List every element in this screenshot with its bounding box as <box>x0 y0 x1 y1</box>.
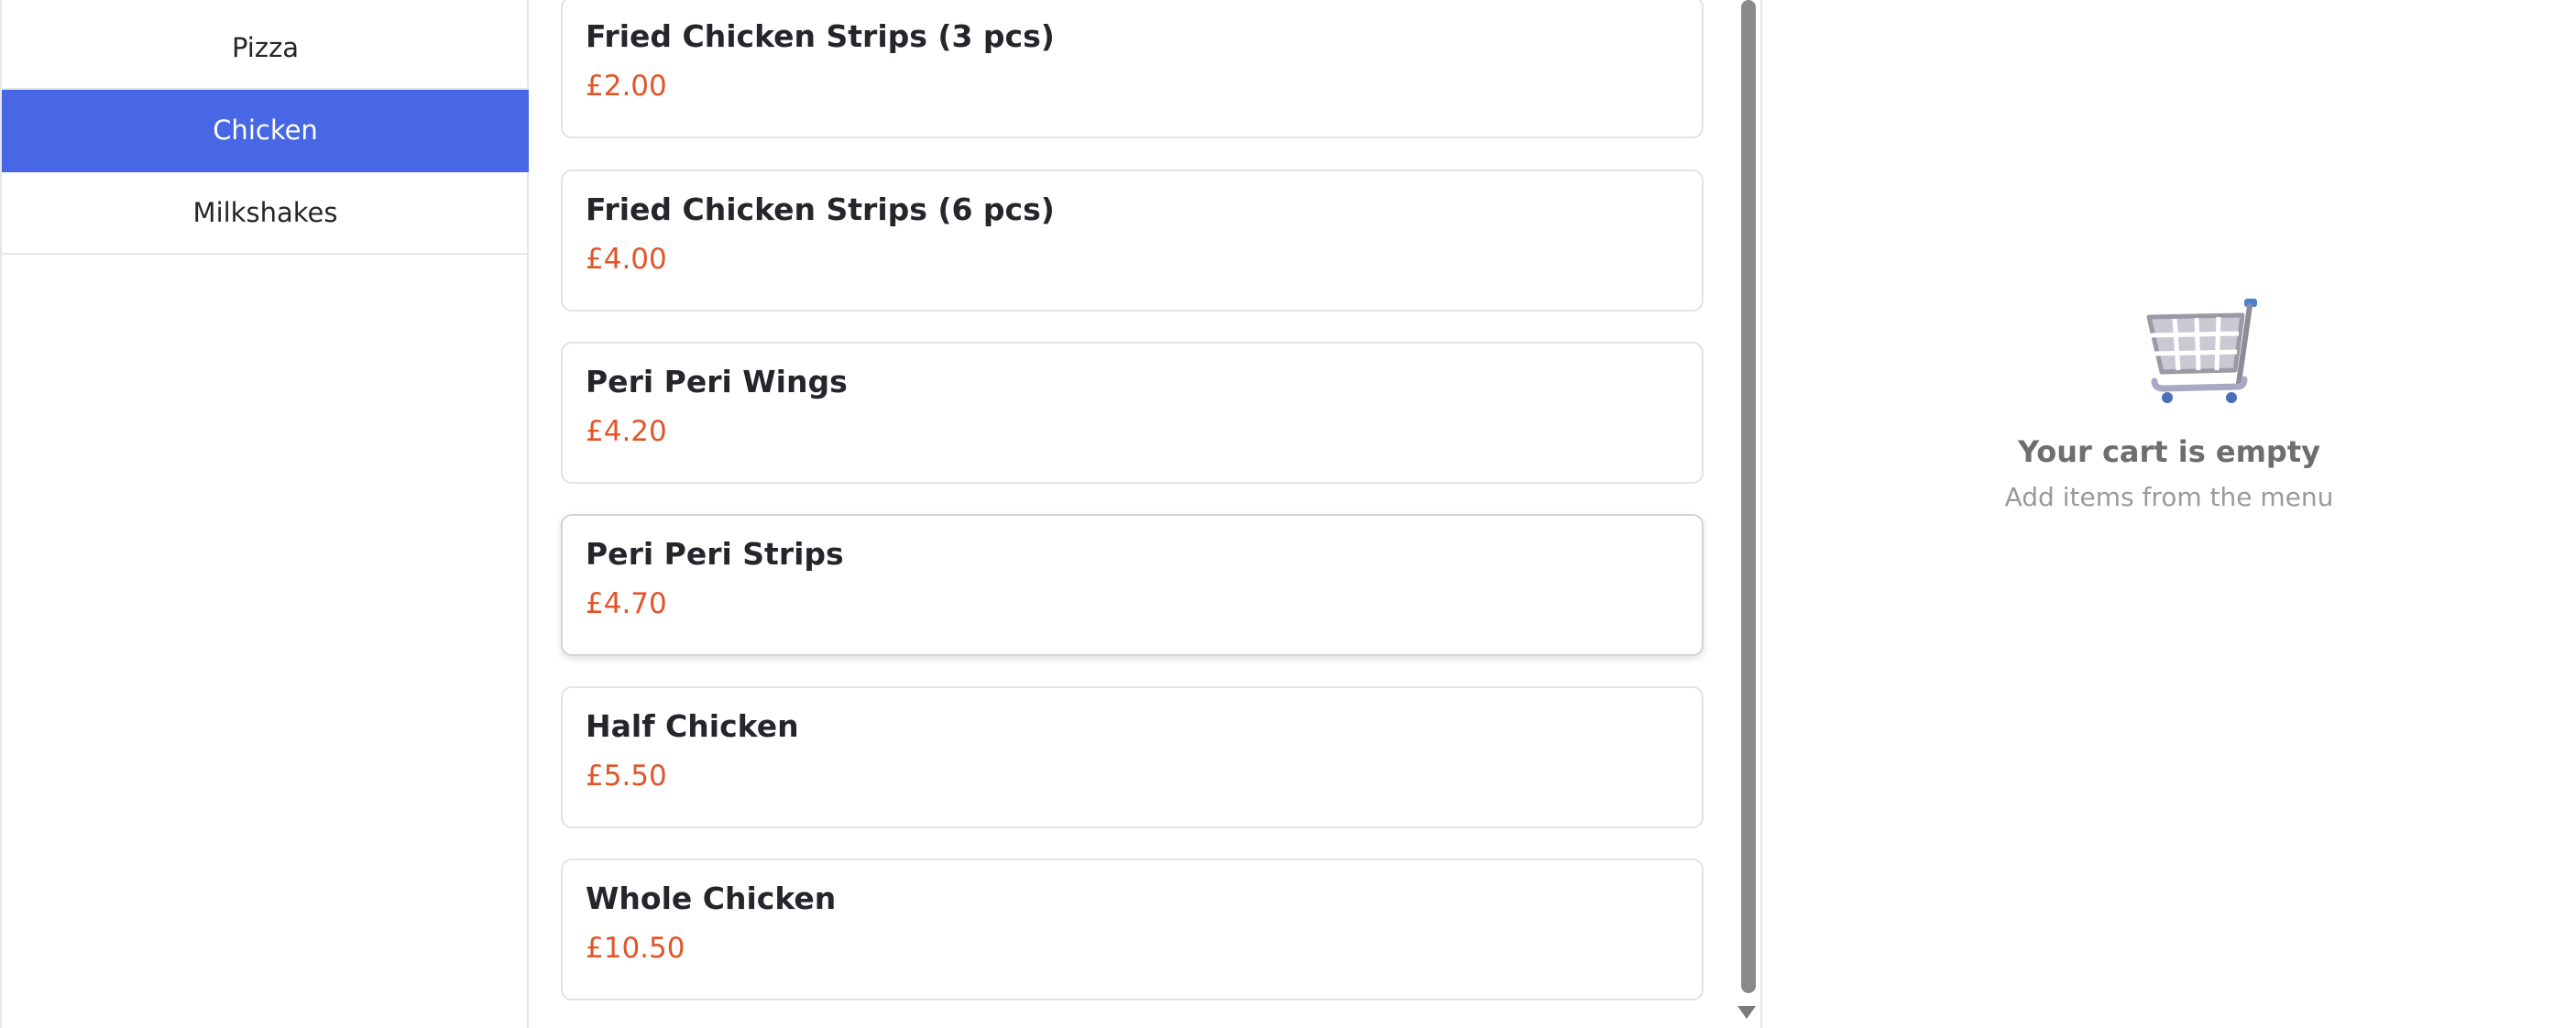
menu-item-price: £4.70 <box>586 587 667 620</box>
menu-list: Fried Chicken Strips (3 pcs) £2.00 Fried… <box>531 0 1736 1028</box>
category-milkshakes[interactable]: Milkshakes <box>2 172 529 255</box>
menu-item-price: £4.00 <box>586 243 667 276</box>
menu-item-name: Peri Peri Wings <box>586 364 848 399</box>
menu-item-name: Peri Peri Strips <box>586 536 844 572</box>
menu-item-price: £2.00 <box>586 70 667 103</box>
cart-empty-subtitle: Add items from the menu <box>2004 482 2334 512</box>
shopping-cart-icon <box>2146 299 2257 403</box>
menu-item-card[interactable]: Fried Chicken Strips (3 pcs) £2.00 <box>561 0 1704 138</box>
menu-item-card[interactable]: Whole Chicken £10.50 <box>561 858 1704 1001</box>
menu-item-price: £5.50 <box>586 760 667 793</box>
category-chicken[interactable]: Chicken <box>2 90 529 172</box>
menu-item-card[interactable]: Half Chicken £5.50 <box>561 686 1704 828</box>
menu-item-price: £4.20 <box>586 415 667 448</box>
menu-item-price: £10.50 <box>586 932 685 965</box>
category-pizza[interactable]: Pizza <box>2 7 529 90</box>
menu-item-name: Half Chicken <box>586 708 799 744</box>
cart-panel: Your cart is empty Add items from the me… <box>1762 0 2576 1028</box>
menu-item-name: Whole Chicken <box>586 880 837 916</box>
scrollbar-thumb[interactable] <box>1741 0 1756 993</box>
menu-item-card[interactable]: Fried Chicken Strips (6 pcs) £4.00 <box>561 170 1704 312</box>
menu-item-card[interactable]: Peri Peri Wings £4.20 <box>561 342 1704 484</box>
menu-item-card[interactable]: Peri Peri Strips £4.70 <box>561 514 1704 656</box>
menu-item-name: Fried Chicken Strips (3 pcs) <box>586 18 1055 54</box>
scroll-down-arrow-icon[interactable] <box>1737 1006 1756 1019</box>
cart-empty-title: Your cart is empty <box>2018 434 2320 469</box>
category-sidebar: Pizza Chicken Milkshakes <box>0 0 529 1028</box>
menu-item-name: Fried Chicken Strips (6 pcs) <box>586 191 1055 227</box>
